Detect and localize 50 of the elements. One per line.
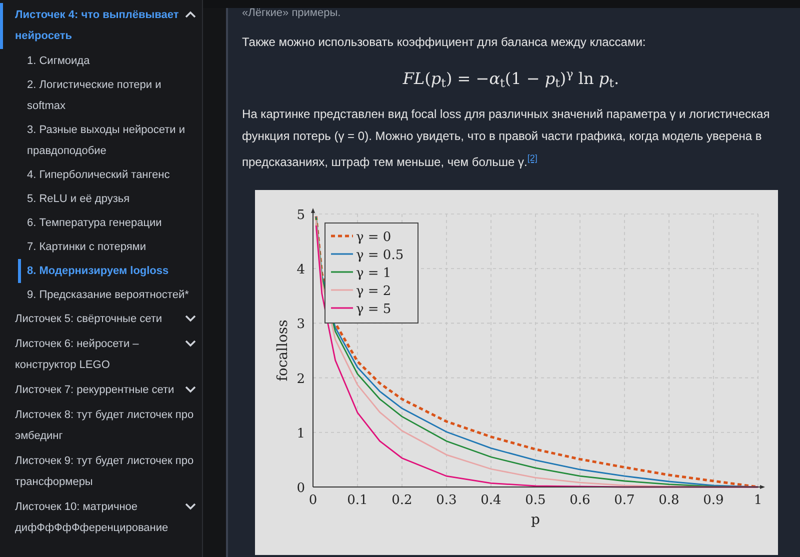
cut-heading: «Лёгкие» примеры. [242, 6, 342, 20]
chevron-down-icon[interactable] [185, 503, 196, 510]
legend-label: γ = 0 [356, 230, 392, 245]
paragraph: На картинке представлен вид focal loss для различных значений параметра γ и логистическая функция потерь (γ = 0). Можно увидеть, что в правой части графика, когда модель уверена в предсказаниях, штраф тем меньше, чем больше γ.$^{[2]}$ [242, 106, 771, 171]
sidebar-item[interactable]: Листочек 6: нейросети – конструктор LEGO [15, 334, 185, 376]
tick-label: 0.3 [436, 493, 457, 508]
sidebar-item[interactable]: Листочек 5: свёрточные сети [15, 309, 185, 330]
tick-label: 0.8 [658, 493, 680, 508]
tick-label: 3 [296, 317, 305, 332]
legend-label: γ = 1 [356, 266, 392, 281]
formula: FL(p$_{t}$) = −α$_{t}$(1 − p$_{t}$)$^{γ}$ ln p$_{t}$. [402, 67, 620, 91]
tick-label: 0 [296, 481, 305, 496]
paragraph: Также можно использовать коэффициент для баланса между классами: [242, 34, 647, 51]
sidebar-item[interactable]: Листочек 4: что выплёвывает нейросеть [15, 5, 185, 47]
tick-label: 0.9 [703, 493, 724, 508]
sidebar-item[interactable]: Листочек 9: тут будет листочек про трансформеры [15, 451, 196, 493]
footnote-link[interactable]: [2] [527, 153, 538, 163]
tick-label: 0.1 [347, 493, 368, 508]
sidebar-subitem[interactable]: 2. Логистические потери и softmax [27, 74, 196, 116]
axis-title: p [531, 512, 540, 528]
tick-label: 0.6 [570, 493, 590, 508]
tick-label: 1 [296, 426, 305, 442]
sidebar-subitem[interactable]: 7. Картинки с потерями [27, 236, 196, 258]
legend-label: γ = 2 [356, 284, 392, 299]
chevron-up-icon[interactable] [185, 11, 196, 18]
sidebar-item[interactable]: Листочек 10: матричное дифФфФфФференцирование [15, 497, 185, 539]
tick-label: 0.5 [525, 493, 546, 508]
legend-label: γ = 0.5 [356, 248, 404, 263]
axis-title: focalloss [275, 320, 291, 382]
tick-label: 0.4 [480, 493, 502, 508]
chevron-down-icon[interactable] [185, 315, 196, 322]
sidebar-item[interactable]: Листочек 7: рекуррентные сети [15, 380, 185, 401]
sidebar-subitem[interactable]: 4. Гиперболический тангенс [27, 164, 196, 186]
tick-label: 0.7 [614, 493, 635, 508]
sidebar-item[interactable]: Листочек 8: тут будет листочек про эмбединг [15, 405, 196, 447]
sidebar-subitem[interactable]: 6. Температура генерации [27, 212, 196, 234]
sidebar-subitem[interactable]: 1. Сигмоида [27, 50, 196, 72]
sidebar-subitem[interactable]: 5. ReLU и её друзья [27, 188, 196, 210]
tick-label: 1 [754, 493, 762, 508]
tick-label: 4 [296, 262, 305, 278]
tick-label: 5 [296, 208, 305, 223]
tick-label: 0 [308, 493, 318, 508]
tick-label: 2 [296, 372, 305, 387]
chevron-down-icon[interactable] [185, 386, 196, 393]
sidebar-subitem[interactable]: 3. Разные выходы нейросети и правдоподобие [27, 120, 196, 162]
tick-label: 0.2 [392, 493, 412, 508]
sidebar-subitem[interactable]: 8. Модернизируем logloss [27, 260, 196, 282]
sidebar-subitem[interactable]: 9. Предсказание вероятностей* [27, 284, 196, 306]
chevron-down-icon[interactable] [185, 340, 196, 347]
legend-label: γ = 5 [356, 302, 392, 317]
